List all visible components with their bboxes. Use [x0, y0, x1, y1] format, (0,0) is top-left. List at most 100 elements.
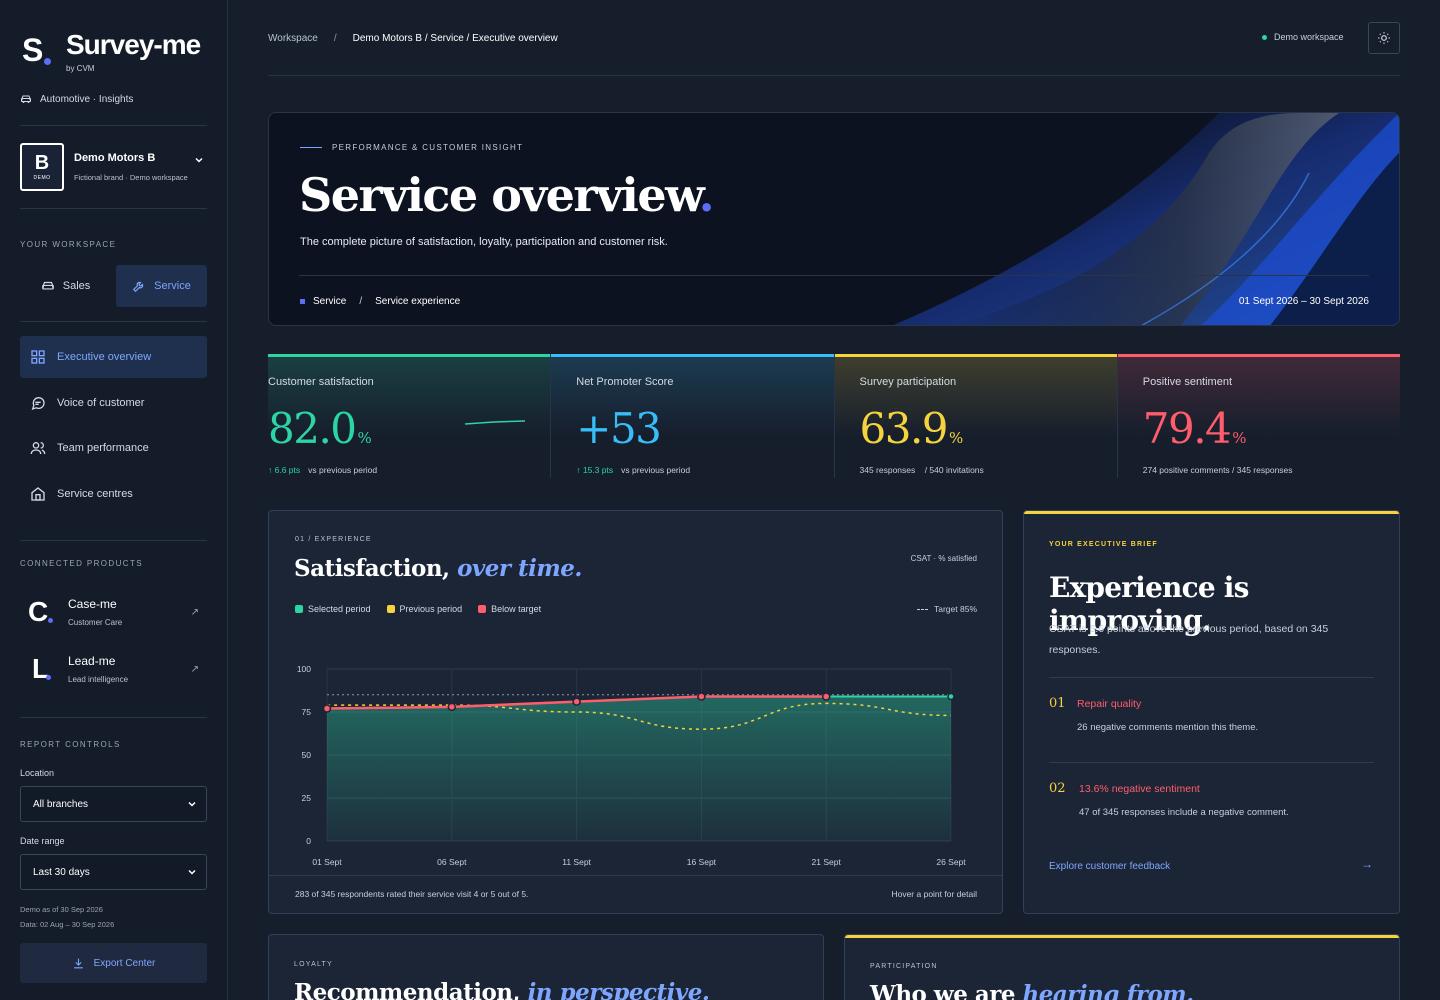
data-point[interactable]	[821, 692, 831, 701]
chart-legend: Selected period Previous period Below ta…	[295, 604, 557, 614]
card-title-plain: Satisfaction,	[294, 555, 450, 582]
car-icon	[21, 95, 31, 103]
kpi-value-number: +53	[576, 404, 662, 453]
breadcrumb: Workspace / Demo Motors B / Service / Ex…	[268, 33, 558, 44]
export-label: Export Center	[93, 957, 156, 969]
product-lead-me[interactable]: L Lead-me Lead intelligence ↗	[20, 649, 207, 689]
kpi-unit: %	[1232, 429, 1247, 447]
product-initial: C	[28, 596, 49, 627]
date-range-select[interactable]: Last 30 days	[20, 854, 207, 890]
workspace-sales-button[interactable]: Sales	[20, 265, 111, 307]
legend-below-target[interactable]: Below target	[478, 604, 541, 614]
theme-toggle-button[interactable]	[1368, 22, 1400, 54]
legend-selected-period[interactable]: Selected period	[295, 604, 371, 614]
legend-previous-period[interactable]: Previous period	[386, 604, 462, 614]
breadcrumb-root[interactable]: Workspace	[268, 33, 318, 44]
kpi-survey-participation[interactable]: Survey participation 63.9% 345 responses…	[834, 354, 1118, 478]
legend-label: Below target	[491, 604, 542, 614]
arrow-right-icon[interactable]: →	[1361, 857, 1373, 871]
status-dot-icon	[1262, 34, 1267, 40]
y-tick-label: 100	[297, 664, 311, 674]
participation-card: PARTICIPATION Who we are hearing from.	[844, 934, 1400, 1000]
nav-item-service-centres[interactable]: Service centres	[20, 473, 207, 515]
card-kicker: LOYALTY	[294, 961, 333, 968]
kpi-label: Customer satisfaction	[268, 376, 374, 388]
square-icon	[300, 299, 305, 304]
breadcrumb-separator: /	[333, 33, 337, 44]
chevron-down-icon	[188, 869, 196, 875]
product-case-me[interactable]: C Case-me Customer Care ↗	[20, 592, 207, 632]
kpi-unit: %	[357, 429, 372, 447]
workspace-status-text: Demo workspace	[1274, 32, 1344, 42]
chevron-down-icon	[188, 801, 196, 807]
explore-feedback-link[interactable]: Explore customer feedback	[1049, 861, 1170, 872]
export-center-button[interactable]: Export Center	[20, 943, 207, 983]
nav-item-team-performance[interactable]: Team performance	[20, 427, 207, 469]
lead-me-logo-icon: L	[20, 651, 56, 687]
target-legend: Target 85%	[917, 604, 977, 614]
nav-item-executive-overview[interactable]: Executive overview	[20, 336, 207, 378]
chart-footer-text: 283 of 345 respondents rated their servi…	[295, 889, 529, 899]
brief-kicker: YOUR EXECUTIVE BRIEF	[1049, 541, 1158, 548]
hero-artwork	[893, 113, 1399, 325]
x-tick-label: 16 Sept	[687, 857, 717, 867]
workspace-sales-label: Sales	[62, 280, 91, 292]
hero-banner: PERFORMANCE & CUSTOMER INSIGHT Service o…	[268, 112, 1400, 326]
product-name: Case-me	[68, 597, 117, 611]
account-logo-tag: DEMO	[33, 175, 51, 181]
satisfaction-line-chart: 0 25 50 75 100 01 Sept 06 Sept 11 Sept 16 Sept 2…	[297, 664, 966, 867]
nav-label: Team performance	[57, 442, 149, 454]
brand-logo-icon: S	[22, 30, 62, 70]
data-range: Data: 02 Aug – 30 Sep 2026	[20, 920, 115, 929]
y-tick-label: 0	[306, 836, 311, 846]
nav-item-voice-of-customer[interactable]: Voice of customer	[20, 382, 207, 424]
account-switcher[interactable]: B DEMO Demo Motors B Fictional brand · D…	[20, 142, 207, 192]
data-point[interactable]	[447, 702, 457, 712]
data-point[interactable]	[322, 704, 332, 713]
card-title: Satisfaction, over time.	[294, 555, 582, 582]
brief-item-number: 01	[1049, 696, 1066, 711]
card-title: Who we are hearing from.	[870, 981, 1194, 1000]
page-title-text: Service overview	[299, 168, 700, 222]
product-name: Lead-me	[68, 654, 116, 668]
brand-name: Survey-me	[66, 29, 201, 60]
data-point[interactable]	[947, 692, 955, 701]
y-tick-label: 75	[302, 707, 312, 717]
location-value: All branches	[33, 798, 89, 810]
kpi-value-number: 82.0	[268, 404, 357, 453]
kpi-row: Customer satisfaction 82.0% ↑ 6.6 pts vs …	[268, 354, 1400, 478]
workspace-status: Demo workspace	[1262, 32, 1344, 42]
data-point[interactable]	[697, 692, 706, 701]
card-kicker: 01 / EXPERIENCE	[295, 536, 372, 543]
hero-crumb-service[interactable]: Service	[313, 296, 346, 307]
kpi-label: Survey participation	[859, 376, 957, 388]
x-tick-label: 01 Sept	[312, 857, 342, 867]
download-icon	[73, 958, 83, 968]
product-sub: Customer Care	[68, 618, 123, 627]
nav-label: Executive overview	[57, 351, 152, 363]
location-select[interactable]: All branches	[20, 786, 207, 822]
selected-period-area	[327, 696, 951, 841]
y-tick-label: 25	[302, 793, 312, 803]
card-title-em: in perspective.	[527, 979, 710, 1000]
account-name: Demo Motors B	[74, 152, 156, 164]
hero-crumb-experience[interactable]: Service experience	[375, 296, 460, 307]
date-range-label: Date range	[20, 836, 65, 846]
chevron-down-icon[interactable]	[193, 154, 205, 166]
workspace-label: YOUR WORKSPACE	[20, 240, 117, 249]
chart-hint: Hover a point for detail	[891, 889, 977, 899]
wrench-icon	[133, 281, 144, 293]
nav-label: Service centres	[57, 487, 133, 500]
kpi-footnote: ↑ 6.6 pts vs previous period	[268, 465, 377, 475]
kpi-net-promoter-score[interactable]: Net Promoter Score +53 ↑ 15.3 pts vs prev…	[551, 354, 835, 478]
chat-icon	[31, 396, 45, 410]
kpi-customer-satisfaction[interactable]: Customer satisfaction 82.0% ↑ 6.6 pts vs …	[268, 354, 552, 478]
brief-item-text: 47 of 345 responses include a negative c…	[1079, 807, 1289, 818]
brand[interactable]: S Survey-me by CVM	[22, 29, 201, 74]
kpi-positive-sentiment[interactable]: Positive sentiment 79.4% 274 positive co…	[1117, 354, 1400, 478]
workspace-service-button[interactable]: Service	[116, 265, 207, 307]
brief-item-heading: 13.6% negative sentiment	[1079, 783, 1200, 795]
legend-label: Selected period	[308, 604, 371, 614]
data-point[interactable]	[572, 697, 581, 706]
below-target-segment	[326, 705, 452, 710]
